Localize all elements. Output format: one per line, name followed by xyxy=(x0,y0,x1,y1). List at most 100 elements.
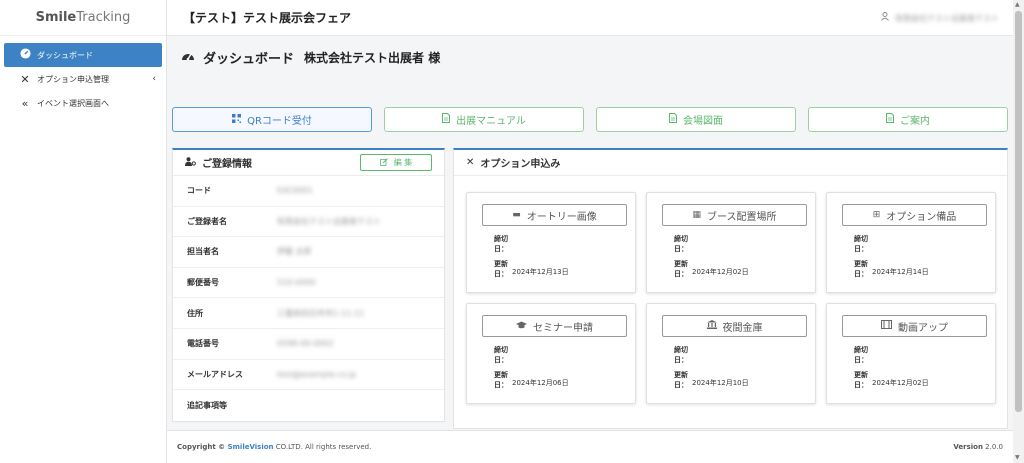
company-name: 株式会社テスト出展者 様 xyxy=(304,51,441,65)
page-title-text: ダッシュボード xyxy=(203,52,295,67)
reg-key: 担当者名 xyxy=(187,247,219,257)
reg-key: 住所 xyxy=(187,308,203,318)
sidebar-item-dashboard[interactable]: ダッシュボード xyxy=(4,43,162,67)
plus-square-icon: ⊞ xyxy=(872,210,881,220)
guide-button[interactable]: ご案内 xyxy=(808,107,1008,132)
option-card: 動画アップ 締切 日： 更新 日： 2024年12月02日 xyxy=(826,303,996,404)
event-title: 【テスト】テスト展示会フェア xyxy=(183,11,352,25)
smilevision-link[interactable]: SmileVision xyxy=(228,443,274,451)
exhibit-manual-button[interactable]: 出展マニュアル xyxy=(384,107,584,132)
option-label: セミナー申請 xyxy=(533,322,593,334)
option-button-night-safe[interactable]: 夜間金庫 xyxy=(662,315,807,337)
reg-value: 510-0000 xyxy=(277,278,316,288)
option-button-seminar[interactable]: セミナー申請 xyxy=(482,315,627,337)
option-card: 夜間金庫 締切 日： 更新 日： 2024年12月10日 xyxy=(646,303,816,404)
file-icon xyxy=(442,113,451,126)
option-button-equipment[interactable]: ⊞ オプション備品 xyxy=(842,204,987,226)
bank-icon xyxy=(706,320,717,332)
updated-label: 更新 日： xyxy=(674,371,688,389)
reg-key: 電話番号 xyxy=(187,339,219,349)
page-scrollbar[interactable]: ▲ ▼ xyxy=(1013,0,1024,463)
deadline-label: 締切 日： xyxy=(854,346,868,364)
venue-map-button[interactable]: 会場図面 xyxy=(596,107,796,132)
reg-key: メールアドレス xyxy=(187,369,243,379)
scroll-down-icon[interactable]: ▼ xyxy=(1015,454,1020,461)
edit-icon xyxy=(379,157,388,168)
page-title: ダッシュボード 株式会社テスト出展者 様 xyxy=(181,48,440,67)
brand-part2: Tracking xyxy=(76,10,131,25)
deadline-label: 締切 日： xyxy=(494,235,508,253)
edit-button[interactable]: 編 集 xyxy=(360,154,432,171)
reg-row-notes: 追記事項等 xyxy=(173,390,444,421)
option-label: ブース配置場所 xyxy=(707,211,777,223)
version: Version 2.0.0 xyxy=(953,443,1003,451)
option-button-video-upload[interactable]: 動画アップ xyxy=(842,315,987,337)
main-content: ダッシュボード 株式会社テスト出展者 様 QRコード受付 出展マニュアル 会場図… xyxy=(167,36,1013,430)
sidebar-item-label: イベント選択画面へ xyxy=(37,98,109,108)
reg-row-postal: 郵便番号 510-0000 xyxy=(173,268,444,299)
reg-value: 伊藤 太郎 xyxy=(277,247,312,257)
button-label: ご案内 xyxy=(900,116,930,127)
reg-row-contact: 担当者名 伊藤 太郎 xyxy=(173,237,444,268)
option-card: ⊞ オプション備品 締切 日： 更新 日： 2024年12月14日 xyxy=(826,192,996,293)
options-panel: ✕ オプション申込み ▬ オートリー画像 締切 日： 更新 日： 2024年12月1… xyxy=(453,148,1008,429)
reg-key: ご登録者名 xyxy=(187,216,227,226)
tools-icon: ✕ xyxy=(20,72,30,86)
updated-date: 2024年12月10日 xyxy=(692,379,749,387)
file-icon xyxy=(886,113,894,126)
options-header: ✕ オプション申込み xyxy=(454,150,1007,176)
updated-label: 更新 日： xyxy=(854,260,868,278)
button-label: 会場図面 xyxy=(683,116,723,127)
qr-icon xyxy=(232,113,242,126)
sidebar-item-option-management[interactable]: ✕ オプション申込管理 ‹ xyxy=(4,67,162,91)
registration-title: ご登録情報 xyxy=(202,159,252,170)
updated-label: 更新 日： xyxy=(854,371,868,389)
reg-value: 有限会社テスト出展者テスト xyxy=(277,216,381,226)
reg-value: 0598-00-0002 xyxy=(277,339,334,349)
reg-row-address: 住所 三重県四日市市1-11-11 xyxy=(173,298,444,329)
updated-date: 2024年12月02日 xyxy=(692,268,749,276)
user-menu[interactable]: 有限会社テスト出展者テスト xyxy=(881,12,999,24)
button-label: 出展マニュアル xyxy=(456,116,526,127)
sidebar-item-event-select[interactable]: « イベント選択画面へ xyxy=(4,91,162,115)
copyright: Copyright © SmileVision CO.LTD. All righ… xyxy=(177,443,372,451)
deadline-label: 締切 日： xyxy=(494,346,508,364)
chevron-left-icon: ‹ xyxy=(152,74,156,84)
option-label: 動画アップ xyxy=(898,322,948,334)
sidebar-item-label: オプション申込管理 xyxy=(37,74,109,84)
option-button-autory-image[interactable]: ▬ オートリー画像 xyxy=(482,204,627,226)
updated-date: 2024年12月14日 xyxy=(872,268,929,276)
box-icon: ▬ xyxy=(512,210,521,220)
qr-reception-button[interactable]: QRコード受付 xyxy=(172,107,372,132)
brand-logo[interactable]: Smile Tracking xyxy=(0,0,166,36)
updated-date: 2024年12月06日 xyxy=(512,379,569,387)
reg-value: 三重県四日市市1-11-11 xyxy=(277,308,365,318)
reg-row-phone: 電話番号 0598-00-0002 xyxy=(173,329,444,360)
updated-date: 2024年12月13日 xyxy=(512,268,569,276)
booth-icon: ▦ xyxy=(692,210,701,220)
reg-row-registrant: ご登録者名 有限会社テスト出展者テスト xyxy=(173,207,444,238)
reg-row-email: メールアドレス test@example.co.jp xyxy=(173,360,444,391)
reg-value: test@example.co.jp xyxy=(277,369,357,379)
reg-row-code: コード EXC0001 xyxy=(173,176,444,207)
graduation-cap-icon xyxy=(516,321,527,332)
edit-label: 編 集 xyxy=(393,158,413,167)
updated-label: 更新 日： xyxy=(494,371,508,389)
reg-key: 追記事項等 xyxy=(187,400,227,410)
scroll-up-icon[interactable]: ▲ xyxy=(1015,1,1020,8)
option-label: オプション備品 xyxy=(886,211,957,223)
reg-key: コード xyxy=(187,186,211,196)
sidebar-item-label: ダッシュボード xyxy=(37,50,93,60)
film-icon xyxy=(881,320,892,332)
option-card: ▬ オートリー画像 締切 日： 更新 日： 2024年12月13日 xyxy=(466,192,636,293)
scrollbar-thumb[interactable] xyxy=(1015,11,1022,412)
option-cards: ▬ オートリー画像 締切 日： 更新 日： 2024年12月13日 ▦ ブース配置場… xyxy=(466,192,996,404)
footer: Copyright © SmileVision CO.LTD. All righ… xyxy=(167,430,1013,463)
brand-part1: Smile xyxy=(35,10,77,25)
double-chevron-left-icon: « xyxy=(21,96,29,110)
file-icon xyxy=(669,113,677,126)
option-label: 夜間金庫 xyxy=(722,322,763,334)
sidebar: Smile Tracking ダッシュボード ✕ オプション申込管理 ‹ « イベ… xyxy=(0,0,167,463)
option-button-booth-location[interactable]: ▦ ブース配置場所 xyxy=(662,204,807,226)
deadline-label: 締切 日： xyxy=(674,346,688,364)
